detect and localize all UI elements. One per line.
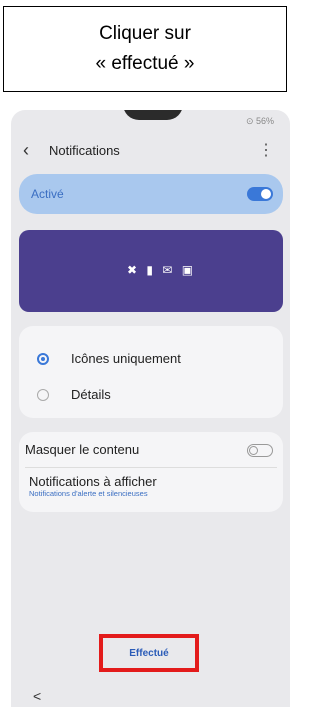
app-bar: ‹ Notifications ⋮ <box>11 132 290 168</box>
divider <box>25 467 277 468</box>
instruction-box: Cliquer sur « effectué » <box>3 6 287 92</box>
instruction-line-2: « effectué » <box>95 53 195 74</box>
option-icons-only-label[interactable]: Icônes uniquement <box>71 351 181 366</box>
camera-notch <box>123 110 183 120</box>
radio-icons-only[interactable] <box>37 353 49 365</box>
enable-toggle[interactable] <box>247 187 273 201</box>
preview-icons: ✖ ▮ ✉ ▣ <box>127 263 197 277</box>
page-title: Notifications <box>49 143 120 158</box>
option-details-label[interactable]: Détails <box>71 387 111 402</box>
style-options-card: Icônes uniquement Détails <box>19 326 283 418</box>
mask-content-label[interactable]: Masquer le contenu <box>25 442 139 457</box>
enable-notifications-row[interactable]: Activé <box>19 174 283 214</box>
instruction-line-1: Cliquer sur <box>99 23 191 44</box>
notifications-to-show-subtitle: Notifications d'alerte et silencieuses <box>29 489 148 498</box>
mask-content-toggle[interactable] <box>247 444 273 457</box>
notifications-to-show-label[interactable]: Notifications à afficher <box>29 474 157 489</box>
enable-label: Activé <box>31 187 64 201</box>
done-button[interactable]: Effectué <box>99 634 199 672</box>
phone-screen: ⊙ 56% ‹ Notifications ⋮ Activé ✖ ▮ ✉ ▣ I… <box>11 110 290 707</box>
nav-back-icon[interactable]: < <box>33 688 41 704</box>
notification-preview: ✖ ▮ ✉ ▣ <box>19 230 283 312</box>
status-bar: ⊙ 56% <box>245 116 274 126</box>
back-icon[interactable]: ‹ <box>23 140 29 161</box>
radio-details[interactable] <box>37 389 49 401</box>
more-options-icon[interactable]: ⋮ <box>258 140 274 160</box>
done-button-label: Effectué <box>129 647 169 659</box>
content-options-card: Masquer le contenu <box>19 432 283 512</box>
